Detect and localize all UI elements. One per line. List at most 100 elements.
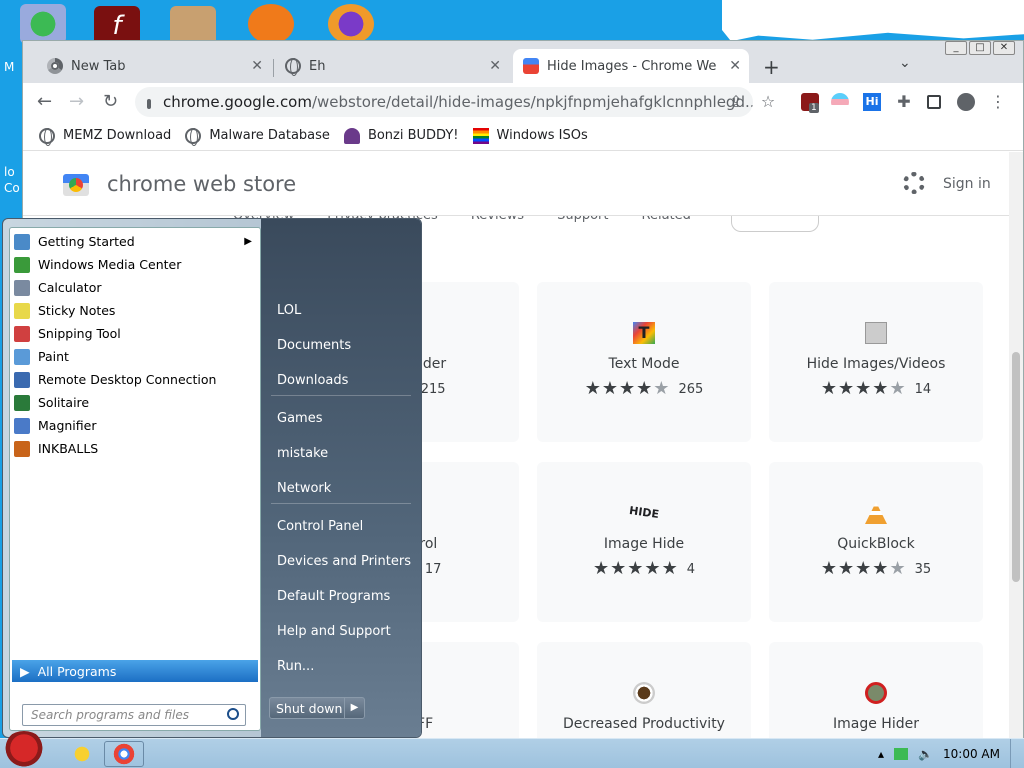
start-program-item[interactable]: INKBALLS — [10, 437, 260, 460]
extension-card[interactable]: Hide Images/Videos ★ ★ ★ ★ ★ 14 — [769, 282, 983, 442]
url-path: /webstore/detail/hide-images/npkjfnpmjeh… — [311, 93, 753, 111]
card-rating: ★ ★ ★ ★ ★ 14 — [820, 378, 932, 399]
tab-hide-images[interactable]: Hide Images - Chrome Web St ✕ — [513, 49, 749, 83]
start-place-item[interactable]: Downloads — [277, 373, 348, 388]
all-programs-button[interactable]: ▶ All Programs — [12, 660, 258, 682]
close-tab-icon[interactable]: ✕ — [489, 58, 501, 74]
extension-card[interactable]: HIDE Image Hide ★ ★ ★ ★ ★ 4 — [537, 462, 751, 622]
tab-related[interactable] — [731, 216, 819, 232]
security-shield-icon[interactable] — [20, 4, 66, 44]
extension-card[interactable]: T Text Mode ★ ★ ★ ★ ★ 265 — [537, 282, 751, 442]
extension-card[interactable]: Image Hider — [769, 642, 983, 739]
start-place-item[interactable]: mistake — [277, 446, 328, 461]
start-place-item[interactable]: Devices and Printers — [277, 554, 411, 569]
tab-eh[interactable]: Eh ✕ — [275, 49, 509, 83]
menu-kebab-icon[interactable]: ⋮ — [989, 93, 1007, 111]
start-program-item[interactable]: Snipping Tool — [10, 322, 260, 345]
traffic-cone-icon — [865, 502, 887, 524]
rating-count: 35 — [914, 561, 932, 577]
program-icon — [14, 325, 30, 342]
tab-new-tab[interactable]: New Tab ✕ — [37, 49, 271, 83]
start-program-item[interactable]: Solitaire — [10, 391, 260, 414]
speaker-icon[interactable]: 🔈 — [918, 747, 933, 761]
tab-search-chevron-icon[interactable]: ⌄ — [899, 55, 911, 71]
start-place-item[interactable]: Run... — [277, 659, 314, 674]
taskbar-explorer-icon[interactable] — [62, 741, 102, 767]
bookmark-label: Bonzi BUDDY! — [367, 128, 459, 143]
programs-pane: Getting Started ▶ Windows Media Center Calc… — [9, 227, 261, 731]
bookmark-malware-database[interactable]: Malware Database — [185, 127, 330, 146]
start-place-item[interactable]: Documents — [277, 338, 351, 353]
white-paint-area — [722, 0, 1024, 42]
lock-icon — [147, 99, 151, 109]
minimize-button[interactable]: _ — [945, 41, 967, 55]
extension-badge: 1 — [809, 103, 819, 113]
start-program-item[interactable]: Paint — [10, 345, 260, 368]
address-bar[interactable]: chrome.google.com/webstore/detail/hide-i… — [135, 87, 753, 117]
places-separator — [271, 395, 411, 396]
page-scrollbar[interactable] — [1009, 152, 1023, 739]
side-panel-icon[interactable] — [927, 95, 941, 109]
gear-icon[interactable] — [903, 172, 925, 194]
program-label: Sticky Notes — [38, 303, 116, 318]
shut-down-options-arrow-icon[interactable]: ▶ — [344, 698, 364, 718]
clock[interactable]: 10:00 AM — [943, 747, 1000, 761]
rating-count: 265 — [678, 381, 704, 397]
show-desktop-button[interactable] — [1010, 739, 1024, 768]
start-orb-icon[interactable] — [2, 731, 46, 768]
extensions-puzzle-icon[interactable]: ✚ — [895, 93, 913, 111]
start-program-item[interactable]: Remote Desktop Connection — [10, 368, 260, 391]
scrollbar-thumb[interactable] — [1012, 352, 1020, 582]
close-button[interactable]: ✕ — [993, 41, 1015, 55]
store-header: chrome web store Sign in — [23, 152, 1009, 216]
rating-count: 14 — [914, 381, 932, 397]
start-place-item[interactable]: Control Panel — [277, 519, 363, 534]
start-place-item[interactable]: Help and Support — [277, 624, 391, 639]
show-hidden-icons-arrow-icon[interactable]: ▴ — [878, 747, 884, 761]
start-place-item[interactable]: LOL — [277, 303, 301, 318]
extension-card[interactable]: QuickBlock ★ ★ ★ ★ ★ 35 — [769, 462, 983, 622]
bookmark-bonzi-buddy[interactable]: Bonzi BUDDY! — [343, 127, 459, 144]
program-icon — [14, 417, 30, 434]
hi-extension-icon[interactable]: Hi — [863, 93, 881, 111]
start-program-item[interactable]: Magnifier — [10, 414, 260, 437]
bookmark-windows-isos[interactable]: Windows ISOs — [472, 127, 588, 144]
store-title[interactable]: chrome web store — [107, 172, 296, 196]
search-icon[interactable] — [227, 708, 239, 720]
sign-in-link[interactable]: Sign in — [943, 176, 991, 192]
start-place-item[interactable]: Games — [277, 411, 322, 426]
rainbow-flag-icon — [472, 127, 489, 144]
lightning-icon[interactable] — [248, 4, 294, 44]
new-tab-button[interactable]: + — [763, 55, 780, 79]
card-title: Image Hide — [603, 536, 685, 552]
start-program-item[interactable]: Sticky Notes — [10, 299, 260, 322]
bookmark-memz[interactable]: MEMZ Download — [39, 127, 171, 146]
extension-icon[interactable] — [831, 93, 849, 111]
submenu-arrow-icon: ▶ — [244, 236, 252, 247]
bookmark-star-icon[interactable]: ☆ — [759, 93, 777, 111]
reload-button[interactable]: ↻ — [103, 91, 118, 112]
shut-down-button[interactable]: Shut down ▶ — [269, 697, 365, 719]
firefox-icon[interactable] — [328, 4, 374, 44]
start-program-item[interactable]: Getting Started ▶ — [10, 230, 260, 253]
start-place-item[interactable]: Default Programs — [277, 589, 390, 604]
taskbar-chrome-icon[interactable] — [104, 741, 144, 767]
profile-avatar-icon[interactable] — [957, 93, 975, 111]
close-tab-icon[interactable]: ✕ — [729, 58, 741, 74]
forward-button[interactable]: → — [69, 91, 84, 112]
extension-card[interactable]: Decreased Productivity — [537, 642, 751, 739]
close-tab-icon[interactable]: ✕ — [251, 58, 263, 74]
start-program-item[interactable]: Calculator — [10, 276, 260, 299]
start-program-item[interactable]: Windows Media Center — [10, 253, 260, 276]
webstore-logo-icon[interactable] — [63, 174, 89, 196]
program-icon — [14, 233, 30, 250]
share-icon[interactable]: ⇪ — [727, 93, 745, 111]
shut-down-label: Shut down — [276, 700, 343, 716]
text-mode-icon: T — [633, 322, 655, 344]
tab-title: New Tab — [71, 58, 126, 74]
network-icon[interactable] — [894, 748, 909, 760]
start-place-item[interactable]: Network — [277, 481, 331, 496]
back-button[interactable]: ← — [37, 91, 52, 112]
start-search-input[interactable]: Search programs and files — [22, 704, 246, 726]
maximize-button[interactable]: □ — [969, 41, 991, 55]
